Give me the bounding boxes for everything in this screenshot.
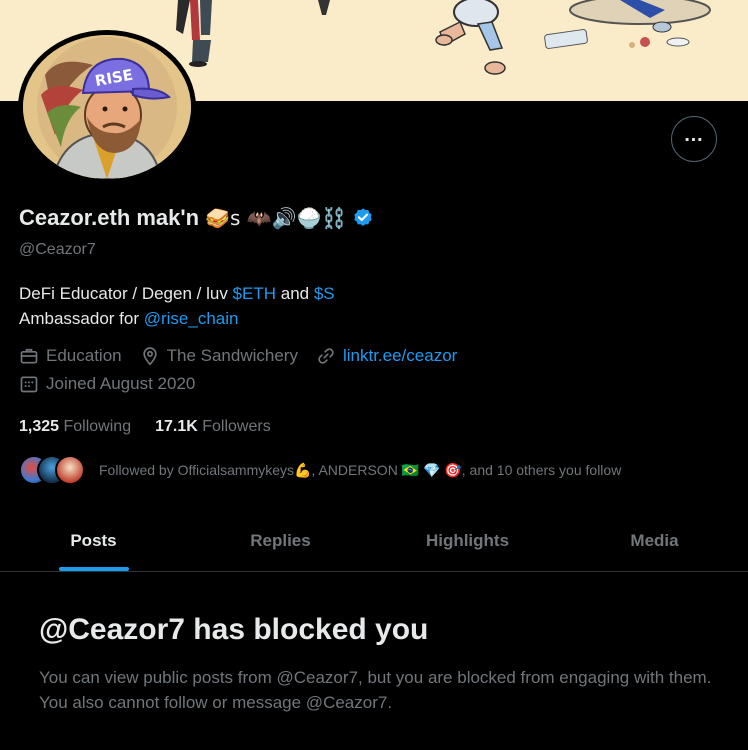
avatar-image: RISE [23,35,191,179]
bio-text: Ambassador for [19,309,144,328]
location-item: The Sandwichery [140,346,298,366]
mention-rise-chain-link[interactable]: @rise_chain [144,309,239,328]
joined-label: Joined August 2020 [46,374,196,393]
followers-you-know[interactable]: Followed by Officialsammykeys💪, ANDERSON… [19,455,621,485]
calendar-icon [20,376,38,393]
profile-bio: DeFi Educator / Degen / luv $ETH and $S … [19,281,335,331]
followers-label: Followers [202,418,271,435]
followed-by-text: Followed by Officialsammykeys💪, ANDERSON… [99,461,622,478]
link-icon [318,348,334,364]
following-count: 1,325 [19,418,60,435]
category-label: Education [46,346,122,365]
tab-highlights[interactable]: Highlights [374,510,561,571]
cashtag-eth-link[interactable]: $ETH [233,284,276,303]
blocked-title: @Ceazor7 has blocked you [39,613,429,646]
blocked-notice: @Ceazor7 has blocked you You can view pu… [39,613,719,715]
display-name: Ceazor.eth mak'n [19,205,200,230]
name-emoji: 🥪s 🦇🔊🍚⛓️ [205,206,347,230]
more-icon: … [683,124,705,146]
cashtag-s-link[interactable]: $S [314,284,335,303]
category-item: Education [19,346,122,366]
tab-replies[interactable]: Replies [187,510,374,571]
joined-item: Joined August 2020 [19,374,195,394]
blocked-message: You can view public posts from @Ceazor7,… [39,668,712,712]
location-label: The Sandwichery [166,346,298,365]
profile-meta-joined: Joined August 2020 [19,374,195,394]
verified-badge-icon[interactable] [352,207,374,229]
follower-avatar [55,455,85,485]
profile-avatar[interactable]: RISE [18,30,196,184]
profile-tabs: Posts Replies Highlights Media [0,510,748,572]
bio-text: and [276,284,314,303]
location-pin-icon [142,347,157,366]
website-link[interactable]: linktr.ee/ceazor [343,346,457,366]
profile-handle: @Ceazor7 [19,241,96,258]
following-label: Following [63,418,132,435]
followers-link[interactable]: 17.1K Followers [155,418,271,436]
tab-media[interactable]: Media [561,510,748,571]
more-options-button[interactable]: … [671,116,717,162]
bio-text: DeFi Educator / Degen / luv [19,284,233,303]
briefcase-icon [20,348,38,364]
profile-meta: Education The Sandwichery linktr.ee/ceaz… [19,346,457,366]
follower-avatars [19,455,85,485]
profile-name-row: Ceazor.eth mak'n 🥪s 🦇🔊🍚⛓️ [19,205,374,231]
tab-posts[interactable]: Posts [0,510,187,571]
followers-count: 17.1K [155,418,198,435]
follow-stats: 1,325 Following 17.1K Followers [19,418,271,436]
website-item[interactable]: linktr.ee/ceazor [316,346,457,366]
following-link[interactable]: 1,325 Following [19,418,131,436]
